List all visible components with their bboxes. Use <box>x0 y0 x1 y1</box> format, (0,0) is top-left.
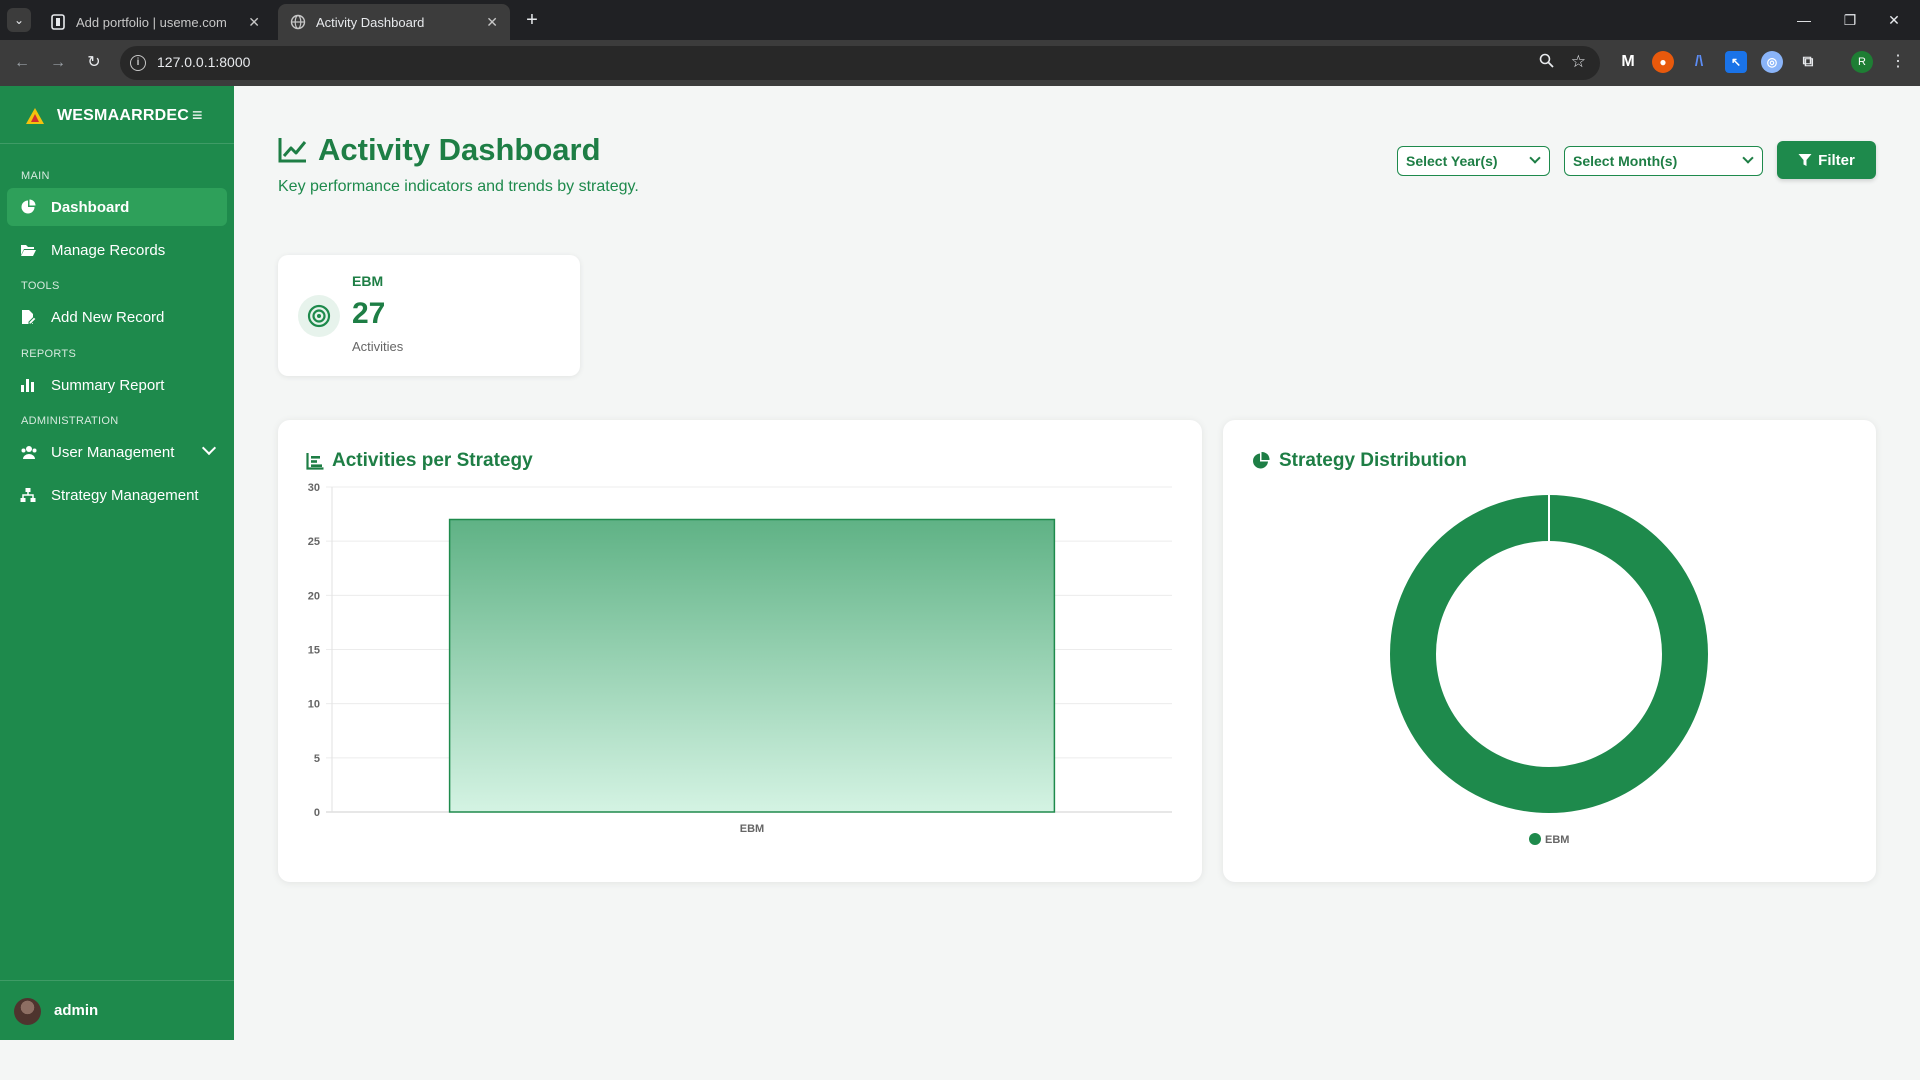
forward-icon[interactable]: → <box>46 51 70 75</box>
tab-title: Add portfolio | useme.com <box>76 14 227 30</box>
line-chart-icon <box>278 138 307 163</box>
extension-ai-icon[interactable]: /\ <box>1688 51 1710 73</box>
sidebar-item-add-new-record[interactable]: Add New Record <box>7 298 227 336</box>
y-tick-label: 30 <box>308 482 320 494</box>
sidebar-item-strategy-management[interactable]: Strategy Management <box>7 476 227 514</box>
bookmark-star-icon[interactable]: ☆ <box>1571 52 1586 72</box>
y-tick-label: 5 <box>314 753 320 765</box>
bar-chart-card: Activities per Strategy 0 5 10 15 20 25 30 EBM <box>278 420 1202 882</box>
sidebar-item-label: Dashboard <box>51 198 130 216</box>
y-tick-label: 20 <box>308 590 320 602</box>
profile-avatar[interactable]: R <box>1851 51 1873 73</box>
browser-tab[interactable]: Add portfolio | useme.com ✕ <box>38 4 272 40</box>
section-label-tools: TOOLS <box>21 280 60 292</box>
reload-icon[interactable]: ↻ <box>82 51 106 75</box>
filter-button[interactable]: Filter <box>1777 141 1876 179</box>
chart-pie-icon <box>20 199 36 215</box>
restore-icon[interactable]: ❐ <box>1836 8 1864 32</box>
slice-ebm[interactable] <box>1390 495 1708 813</box>
sidebar-item-label: Strategy Management <box>51 486 199 504</box>
page-title: Activity Dashboard <box>278 132 601 168</box>
pie-chart-card: Strategy Distribution EBM <box>1223 420 1876 882</box>
main-content: Activity Dashboard Key performance indic… <box>234 86 1920 1040</box>
sidebar-item-label: Manage Records <box>51 241 166 259</box>
filter-button-label: Filter <box>1818 151 1855 169</box>
sidebar-item-label: Add New Record <box>51 308 165 326</box>
site-info-icon[interactable]: i <box>130 55 146 71</box>
filter-icon <box>1798 154 1812 166</box>
year-select-value: Select Year(s) <box>1406 153 1498 169</box>
chevron-down-icon <box>1529 152 1541 164</box>
browser-toolbar: ← → ↻ i 127.0.0.1:8000 ☆ M ● /\ ↖ ◎ ⧉ R … <box>0 40 1920 86</box>
pie-chart-canvas: EBM <box>1390 495 1708 846</box>
bar-chart-canvas: 0 5 10 15 20 25 30 EBM <box>308 482 1172 835</box>
month-select[interactable]: Select Month(s) <box>1564 146 1763 176</box>
sidebar-item-manage-records[interactable]: Manage Records <box>7 231 227 269</box>
menu-toggle-icon[interactable]: ≡ <box>192 105 203 126</box>
extensions-puzzle-icon[interactable]: ⧉ <box>1797 51 1819 73</box>
stat-label: EBM <box>352 273 384 289</box>
zoom-icon[interactable] <box>1539 53 1554 72</box>
target-icon <box>298 295 340 337</box>
sidebar-item-dashboard[interactable]: Dashboard <box>7 188 227 226</box>
user-name: admin <box>54 1002 99 1019</box>
brand-bar: WESMAARRDEC ≡ <box>0 86 234 144</box>
avatar <box>14 998 41 1025</box>
url-text[interactable]: 127.0.0.1:8000 <box>157 54 250 70</box>
extension-cursor-icon[interactable]: ↖ <box>1725 51 1747 73</box>
globe-favicon-icon <box>290 14 306 30</box>
y-tick-label: 15 <box>308 645 320 657</box>
year-select[interactable]: Select Year(s) <box>1397 146 1550 176</box>
folder-open-icon <box>20 242 36 258</box>
extension-circle-icon[interactable]: ◎ <box>1761 51 1783 73</box>
section-label-administration: ADMINISTRATION <box>21 415 119 427</box>
extension-fox-icon[interactable]: ● <box>1652 51 1674 73</box>
page-title-text: Activity Dashboard <box>318 132 601 167</box>
legend-label[interactable]: EBM <box>1545 834 1569 846</box>
back-icon[interactable]: ← <box>10 51 34 75</box>
sidebar-item-summary-report[interactable]: Summary Report <box>7 366 227 404</box>
useme-favicon-icon <box>50 14 66 30</box>
chrome-menu-icon[interactable]: ⋮ <box>1888 51 1908 73</box>
chevron-down-icon <box>1742 152 1754 164</box>
browser-tabstrip: ⌄ Add portfolio | useme.com ✕ Activity D… <box>0 0 1920 40</box>
tab-search-button[interactable]: ⌄ <box>7 8 31 32</box>
file-add-icon <box>20 309 37 325</box>
users-icon <box>20 444 37 460</box>
chevron-down-icon[interactable] <box>201 440 217 456</box>
brand-logo-icon <box>26 108 44 124</box>
tab-close-icon[interactable]: ✕ <box>248 14 260 31</box>
stat-caption: Activities <box>352 339 404 354</box>
sidebar-item-user-management[interactable]: User Management <box>7 433 227 471</box>
minimize-icon[interactable]: — <box>1790 8 1818 32</box>
bar-chart-icon <box>20 377 36 393</box>
stat-value: 27 <box>352 297 386 330</box>
sitemap-icon <box>20 487 36 503</box>
month-select-value: Select Month(s) <box>1573 153 1678 169</box>
section-label-reports: REPORTS <box>21 348 77 360</box>
user-profile[interactable]: admin <box>0 980 234 1040</box>
tab-title: Activity Dashboard <box>316 14 425 30</box>
sidebar: WESMAARRDEC ≡ MAIN Dashboard Manage Reco… <box>0 86 234 1040</box>
legend-swatch <box>1529 833 1541 845</box>
new-tab-button[interactable]: + <box>520 8 544 32</box>
sidebar-item-label: User Management <box>51 443 175 461</box>
section-label-main: MAIN <box>21 170 50 182</box>
brand-name: WESMAARRDEC <box>57 107 189 124</box>
y-tick-label: 25 <box>308 536 320 548</box>
extension-m-icon[interactable]: M <box>1617 51 1639 73</box>
sidebar-item-label: Summary Report <box>51 376 165 394</box>
address-bar[interactable]: i 127.0.0.1:8000 ☆ <box>120 46 1600 80</box>
close-window-icon[interactable]: ✕ <box>1880 8 1908 32</box>
y-tick-label: 0 <box>314 807 320 819</box>
page-subtitle: Key performance indicators and trends by… <box>278 178 639 195</box>
stat-card-ebm: EBM 27 Activities <box>278 255 580 376</box>
browser-tab-active[interactable]: Activity Dashboard ✕ <box>278 4 510 40</box>
bar-ebm[interactable] <box>448 518 1056 813</box>
x-tick-label: EBM <box>740 823 764 835</box>
y-tick-label: 10 <box>308 699 320 711</box>
tab-close-icon[interactable]: ✕ <box>486 14 498 31</box>
